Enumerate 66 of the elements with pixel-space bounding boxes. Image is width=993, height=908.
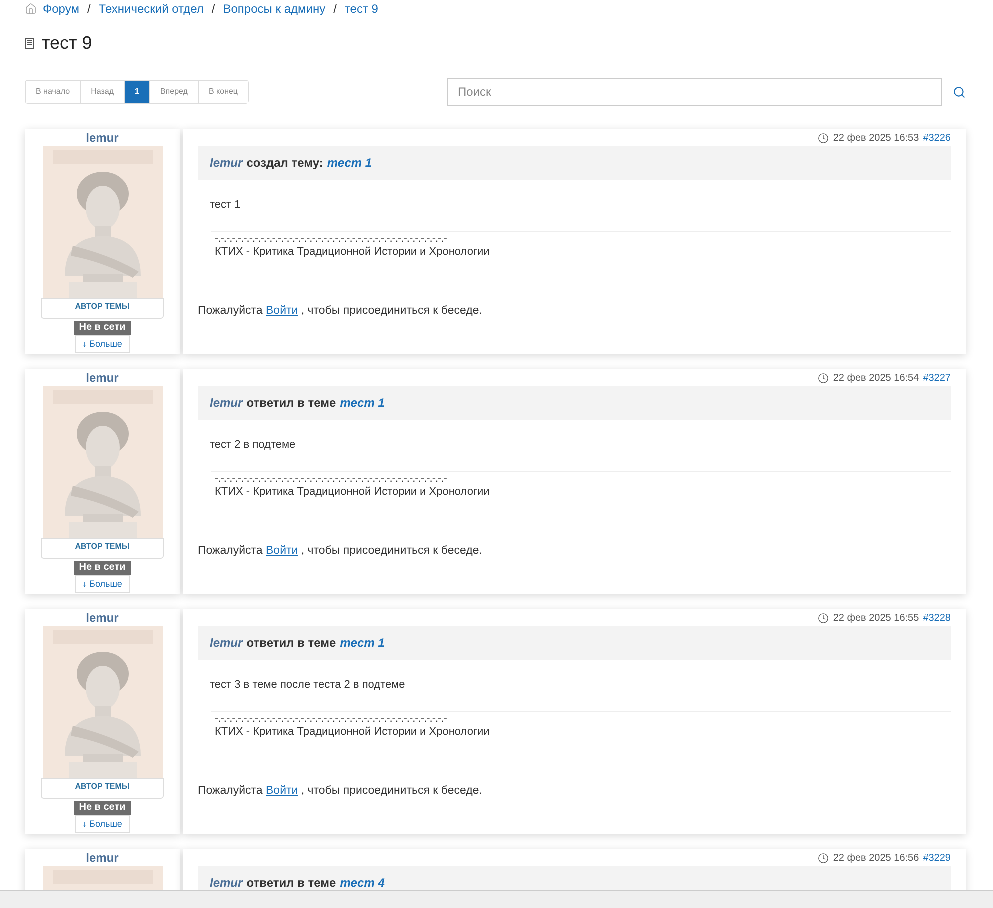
signature-rule: -.-.-.-.-.-.-.-.-.-.-.-.-.-.-.-.-.-.-.-.-.-.-.-.-.-.-.-.-.-.-.-.-.-.-.-.-.-.-.-.- bbox=[215, 712, 448, 724]
signature-rule: -.-.-.-.-.-.-.-.-.-.-.-.-.-.-.-.-.-.-.-.-.-.-.-.-.-.-.-.-.-.-.-.-.-.-.-.-.-.-.-.- bbox=[215, 232, 448, 244]
breadcrumb-link[interactable]: Форум bbox=[43, 0, 80, 18]
post-body: тест 1 bbox=[210, 198, 242, 213]
status-badge: Не в сети bbox=[74, 561, 131, 575]
breadcrumb-separator: / bbox=[87, 1, 91, 18]
topic-link[interactable]: тест 4 bbox=[340, 874, 385, 890]
breadcrumb-link[interactable]: тест 9 bbox=[344, 0, 378, 18]
action-text: ответил в теме bbox=[246, 395, 336, 412]
post-number-link[interactable]: #3228 bbox=[923, 610, 951, 626]
pagination-button[interactable]: 1 bbox=[125, 81, 150, 103]
more-button[interactable]: ↓ Больше bbox=[74, 815, 130, 833]
action-text: создал тему: bbox=[246, 155, 324, 172]
login-link[interactable]: Войти bbox=[266, 544, 298, 556]
author-name[interactable]: lemur bbox=[210, 154, 243, 172]
clock-icon bbox=[818, 132, 830, 144]
post-date: 22 фев 2025 16:53 bbox=[833, 132, 920, 146]
status-badge: Не в сети bbox=[74, 801, 131, 815]
post-date: 22 фев 2025 16:54 bbox=[833, 372, 920, 386]
role-label: АВТОР ТЕМЫ bbox=[41, 778, 164, 799]
post-number-link[interactable]: #3229 bbox=[923, 850, 951, 866]
signature-text: КТИХ - Критика Традиционной Истории и Хронологии bbox=[215, 244, 491, 258]
role-label: АВТОР ТЕМЫ bbox=[41, 298, 164, 319]
document-icon bbox=[25, 38, 34, 49]
username[interactable]: lemur bbox=[86, 130, 119, 146]
post-date: 22 фев 2025 16:56 bbox=[833, 852, 920, 866]
topic-link[interactable]: тест 1 bbox=[340, 394, 385, 412]
clock-icon bbox=[818, 612, 830, 624]
breadcrumb-link[interactable]: Вопросы к админу bbox=[223, 0, 326, 18]
home-icon bbox=[25, 3, 37, 15]
login-link[interactable]: Войти bbox=[266, 304, 298, 316]
pagination-button[interactable]: В начало bbox=[26, 81, 82, 103]
breadcrumb-separator: / bbox=[334, 1, 337, 18]
post-date: 22 фев 2025 16:55 bbox=[833, 612, 920, 626]
more-button[interactable]: ↓ Больше bbox=[74, 575, 130, 593]
action-text: ответил в теме bbox=[246, 635, 336, 652]
login-prompt: Пожалуйста Войти , чтобы присоединиться к беседе. bbox=[198, 544, 484, 558]
login-link[interactable]: Войти bbox=[266, 784, 298, 796]
clock-icon bbox=[818, 372, 830, 384]
breadcrumb-link[interactable]: Технический отдел bbox=[98, 0, 204, 18]
more-button[interactable]: ↓ Больше bbox=[74, 335, 130, 353]
topic-link[interactable]: тест 1 bbox=[340, 634, 385, 652]
clock-icon bbox=[818, 852, 830, 864]
search-field[interactable]: Поиск bbox=[447, 78, 942, 106]
status-badge: Не в сети bbox=[74, 321, 131, 335]
search-icon[interactable] bbox=[953, 86, 966, 98]
login-prompt: Пожалуйста Войти , чтобы присоединиться к беседе. bbox=[198, 304, 484, 318]
signature-text: КТИХ - Критика Традиционной Истории и Хронологии bbox=[215, 484, 491, 498]
signature-rule: -.-.-.-.-.-.-.-.-.-.-.-.-.-.-.-.-.-.-.-.-.-.-.-.-.-.-.-.-.-.-.-.-.-.-.-.-.-.-.-.- bbox=[215, 472, 448, 484]
action-text: ответил в теме bbox=[246, 875, 336, 890]
author-name[interactable]: lemur bbox=[210, 394, 243, 412]
author-name[interactable]: lemur bbox=[210, 634, 243, 652]
username[interactable]: lemur bbox=[86, 610, 119, 626]
signature-text: КТИХ - Критика Традиционной Истории и Хронологии bbox=[215, 724, 491, 738]
topic-link[interactable]: тест 1 bbox=[327, 154, 372, 172]
post-body: тест 3 в теме после теста 2 в подтеме bbox=[210, 678, 406, 693]
username[interactable]: lemur bbox=[86, 850, 119, 866]
role-label: АВТОР ТЕМЫ bbox=[41, 538, 164, 559]
post-number-link[interactable]: #3226 bbox=[923, 130, 951, 146]
post-body: тест 2 в подтеме bbox=[210, 438, 297, 453]
login-prompt: Пожалуйста Войти , чтобы присоединиться к беседе. bbox=[198, 784, 484, 798]
post-number-link[interactable]: #3227 bbox=[923, 370, 951, 386]
author-name[interactable]: lemur bbox=[210, 874, 243, 890]
page-title: тест 9 bbox=[42, 32, 92, 55]
username[interactable]: lemur bbox=[86, 370, 119, 386]
breadcrumb-separator: / bbox=[212, 1, 216, 18]
